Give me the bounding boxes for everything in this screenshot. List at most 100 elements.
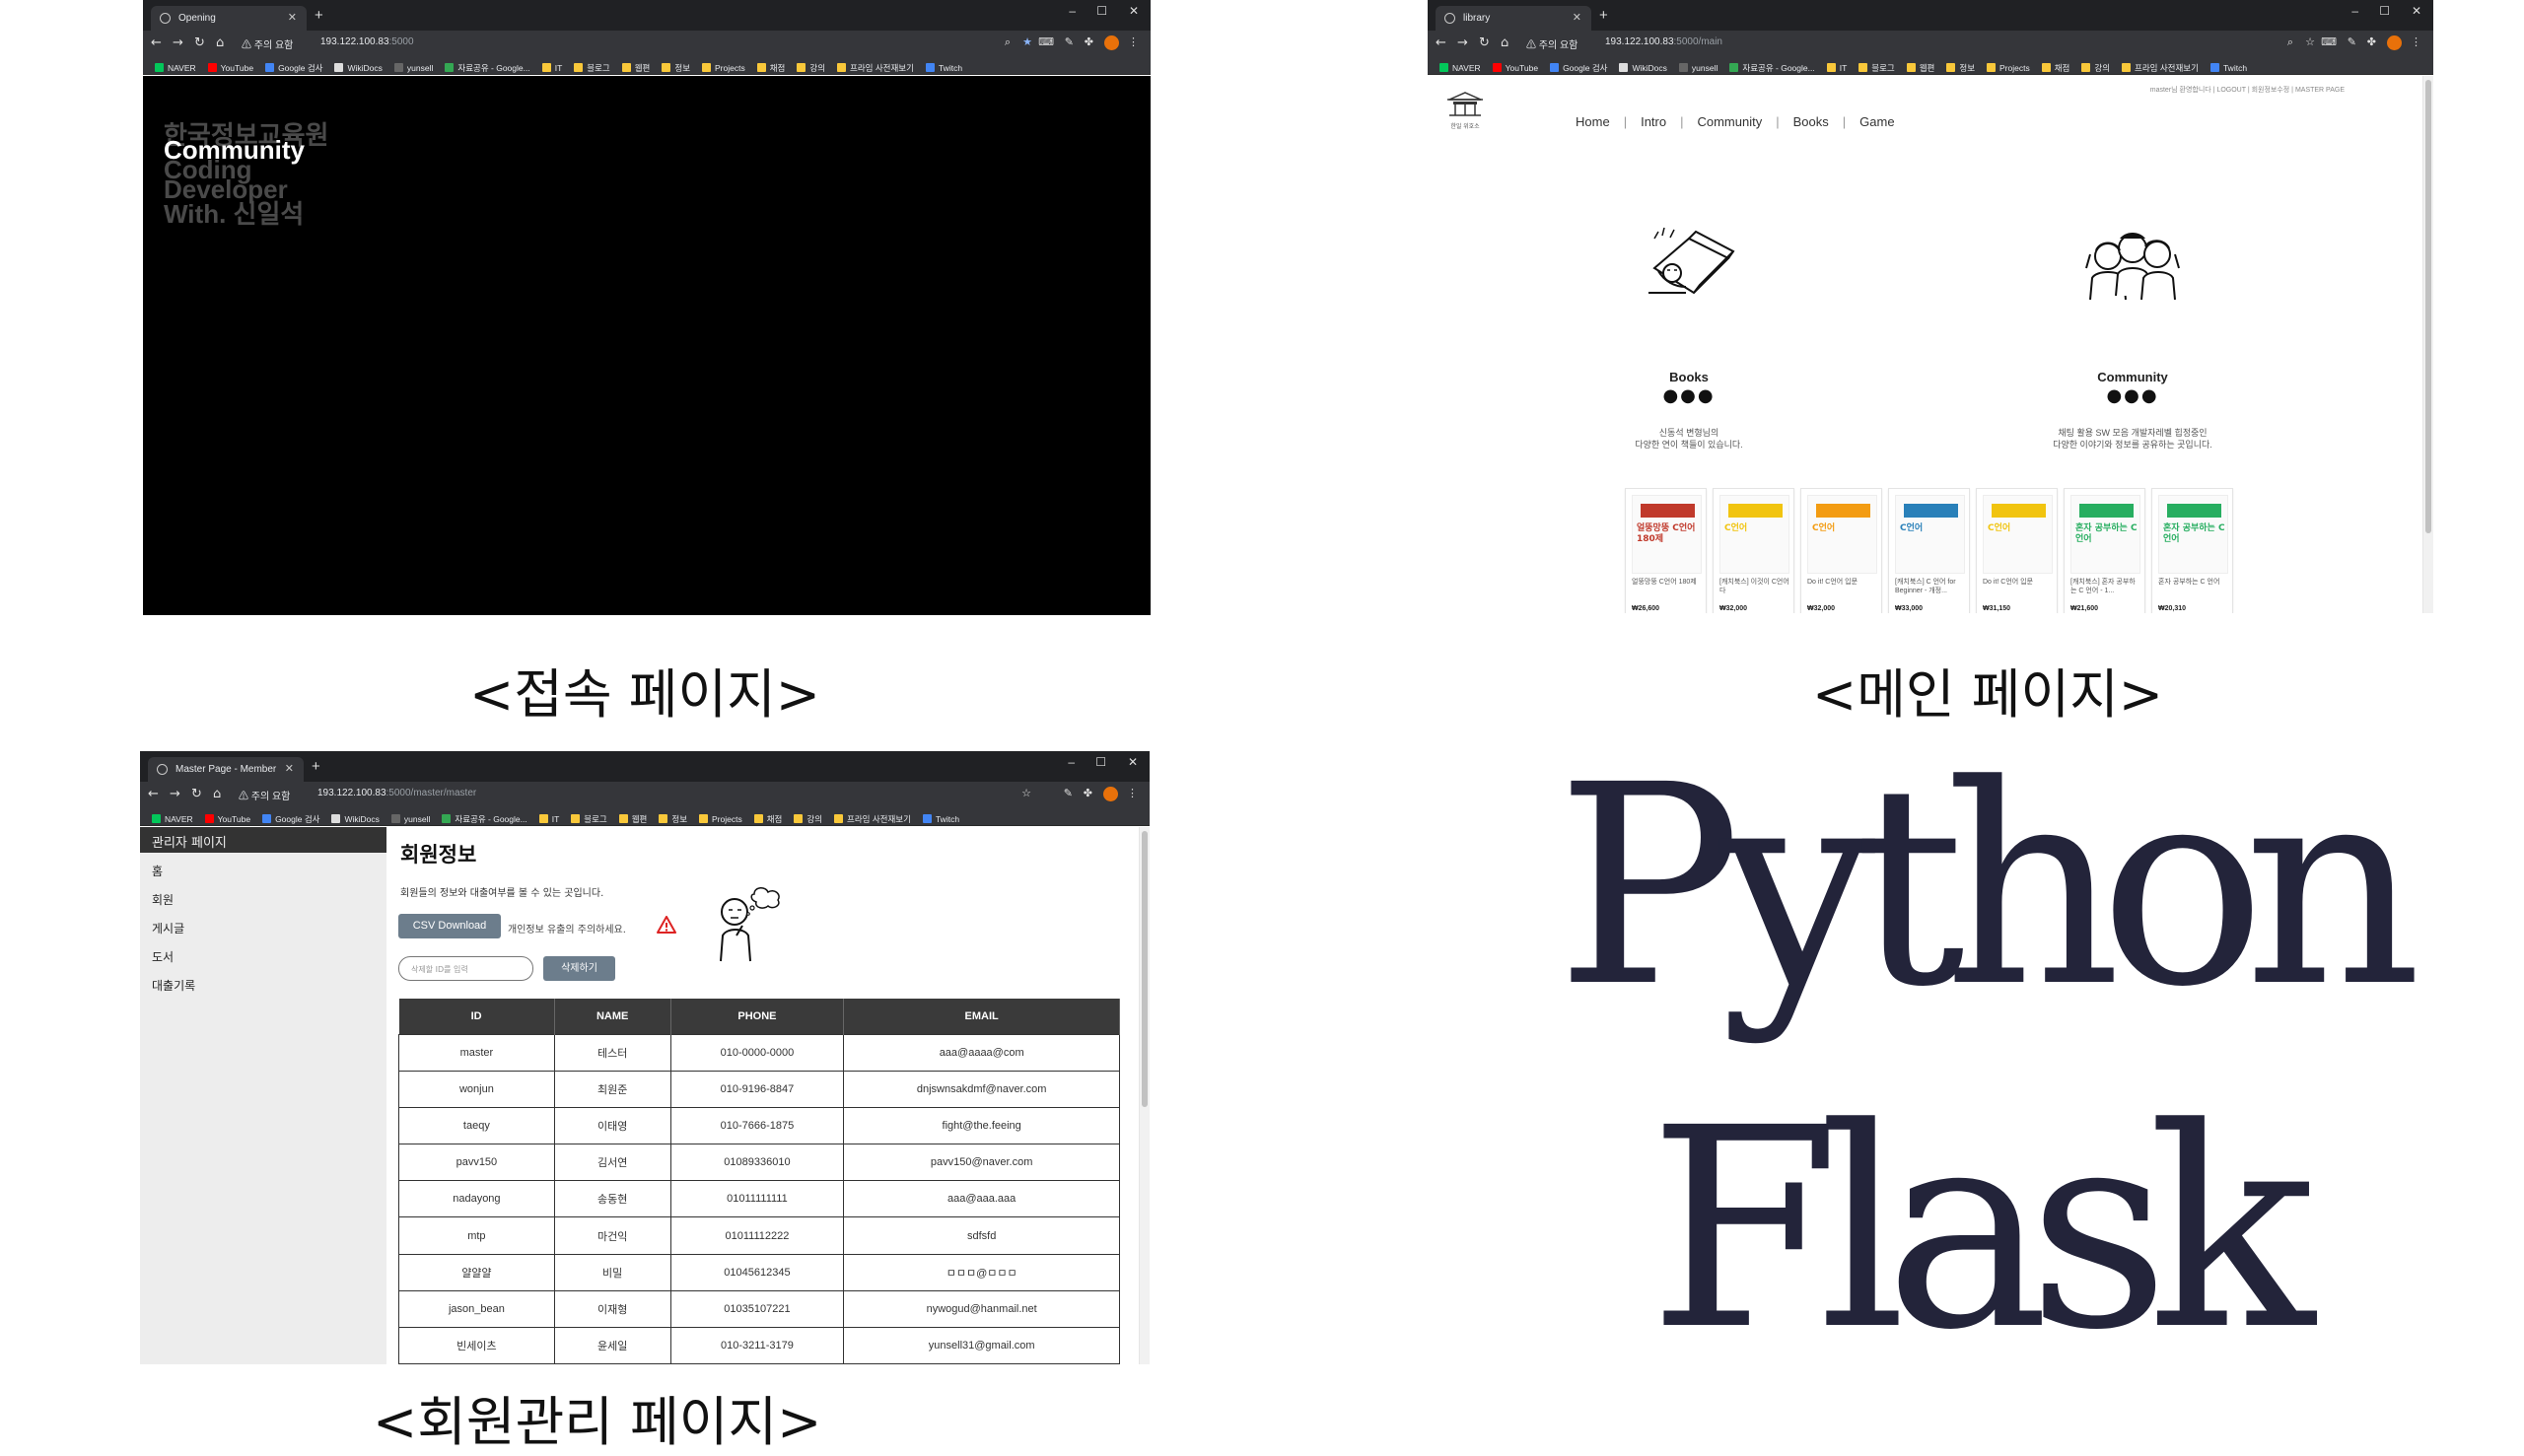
minimize-button[interactable]: – (1069, 4, 1076, 18)
pen-icon[interactable]: ✎ (1064, 787, 1073, 799)
book-title[interactable]: [캐치북스] 혼자 공부하는 C 언어 - 1... (2070, 578, 2141, 595)
reload-icon[interactable]: ↻ (1479, 35, 1490, 50)
column-header[interactable]: ID (398, 999, 555, 1034)
sidebar-item[interactable]: 회원 (152, 891, 174, 908)
bookmark-item[interactable]: 블로그 (1858, 62, 1895, 74)
nav-item-intro[interactable]: Intro (1641, 114, 1666, 129)
security-warning[interactable]: ⚠ 주의 요함 (242, 36, 293, 51)
bookmark-item[interactable]: 블로그 (571, 813, 607, 825)
vertical-scrollbar[interactable] (1139, 827, 1150, 1364)
table-row[interactable]: taeqy 이태영 010-7666-1875 fight@the.feeing (398, 1106, 1120, 1145)
bookmark-item[interactable]: IT (538, 814, 559, 824)
table-row[interactable]: 빈세이츠 윤세일 010-3211-3179 yunsell31@gmail.com (398, 1326, 1120, 1364)
nav-item-books[interactable]: Books (1793, 114, 1829, 129)
bookmark-item[interactable]: 정보 (662, 62, 690, 74)
reload-icon[interactable]: ↻ (191, 787, 202, 801)
table-row[interactable]: mtp 마건익 01011112222 sdfsfd (398, 1216, 1120, 1255)
bookmark-item[interactable]: 정보 (659, 813, 687, 825)
bookmark-item[interactable]: 자료공유 - Google... (445, 62, 530, 74)
book-title[interactable]: [캐치북스] C 언어 for Beginner - 개정... (1895, 578, 1966, 595)
browser-tab-opening[interactable]: Opening ✕ (151, 6, 307, 31)
book-card[interactable]: 혼자 공부하는 C언어 혼자 공부하는 C 언어 ₩20,310 (2151, 488, 2233, 613)
reload-icon[interactable]: ↻ (194, 35, 205, 50)
table-row[interactable]: pavv150 김서연 01089336010 pavv150@naver.com (398, 1144, 1120, 1182)
book-card[interactable]: C언어 [캐치북스] 이것이 C언어 다 ₩32,000 (1713, 488, 1794, 613)
puzzle-icon[interactable]: ✤ (1085, 35, 1093, 48)
bookmark-item[interactable]: 강의 (2081, 62, 2110, 74)
csv-download-button[interactable]: CSV Download (398, 914, 501, 938)
book-cover[interactable]: 혼자 공부하는 C언어 (2158, 495, 2228, 574)
bookmark-item[interactable]: Projects (699, 814, 742, 824)
home-icon[interactable]: ⌂ (213, 787, 221, 801)
feature-title[interactable]: Community (2034, 370, 2231, 384)
close-window-button[interactable]: ✕ (2412, 4, 2421, 18)
book-title[interactable]: 혼자 공부하는 C 언어 (2158, 578, 2229, 587)
bookmark-item[interactable]: WikiDocs (331, 814, 380, 824)
delete-id-input[interactable]: 삭제할 ID를 입력 (398, 956, 533, 981)
security-warning[interactable]: ⚠ 주의 요함 (1526, 36, 1578, 51)
scrollbar-thumb[interactable] (1142, 831, 1148, 1107)
star-icon[interactable]: ☆ (2305, 35, 2315, 48)
bookmark-item[interactable]: 채점 (2041, 62, 2069, 74)
book-title[interactable]: Do it! C언어 입문 (1983, 578, 2054, 587)
bookmark-item[interactable]: NAVER (155, 63, 196, 73)
vertical-scrollbar[interactable] (2422, 76, 2433, 613)
book-cover[interactable]: C언어 (1895, 495, 1965, 574)
bookmark-item[interactable]: YouTube (204, 814, 250, 824)
home-icon[interactable]: ⌂ (216, 35, 224, 50)
bookmark-item[interactable]: NAVER (152, 814, 193, 824)
bookmark-item[interactable]: yunsell (393, 63, 433, 73)
puzzle-icon[interactable]: ✤ (2367, 35, 2376, 48)
back-arrow-icon[interactable]: ← (1436, 35, 1446, 50)
close-tab-icon[interactable]: ✕ (288, 11, 297, 24)
back-arrow-icon[interactable]: ← (148, 787, 159, 801)
book-cover[interactable]: 혼자 공부하는 C언어 (2070, 495, 2140, 574)
new-tab-button[interactable]: + (315, 7, 323, 24)
forward-arrow-icon[interactable]: → (173, 35, 183, 50)
url-field[interactable]: 193.122.100.83:5000/master/master (317, 788, 476, 798)
close-tab-icon[interactable]: ✕ (1573, 11, 1581, 24)
table-row[interactable]: wonjun 최원준 010-9196-8847 dnjswnsakdmf@naver… (398, 1070, 1120, 1108)
home-icon[interactable]: ⌂ (1501, 35, 1508, 50)
bookmark-item[interactable]: 프라임 사전재보기 (837, 62, 914, 74)
book-cover[interactable]: C언어 (1719, 495, 1789, 574)
sidebar-item[interactable]: 홈 (152, 863, 163, 879)
sidebar-item[interactable]: 도서 (152, 948, 174, 965)
minimize-button[interactable]: – (1068, 755, 1075, 769)
book-cover[interactable]: C언어 (1807, 495, 1877, 574)
close-window-button[interactable]: ✕ (1129, 4, 1139, 18)
new-tab-button[interactable]: + (312, 758, 320, 775)
minimize-button[interactable]: – (2351, 4, 2358, 18)
nav-item-home[interactable]: Home (1576, 114, 1610, 129)
bookmark-item[interactable]: Twitch (925, 63, 962, 73)
url-field[interactable]: 193.122.100.83:5000 (320, 36, 414, 47)
bookmark-item[interactable]: 웹편 (1906, 62, 1934, 74)
back-arrow-icon[interactable]: ← (151, 35, 162, 50)
bookmark-item[interactable]: 자료공유 - Google... (1729, 62, 1815, 74)
bookmark-item[interactable]: Google 검사 (265, 62, 322, 74)
zoom-icon[interactable]: ⌕ (2287, 35, 2293, 49)
nav-item-community[interactable]: Community (1697, 114, 1762, 129)
pen-icon[interactable]: ✎ (2348, 35, 2356, 48)
table-row[interactable]: 얄얄얄 비밀 01045612345 ㅁㅁㅁ@ㅁㅁㅁ (398, 1253, 1120, 1291)
security-warning[interactable]: ⚠ 주의 요함 (239, 788, 290, 802)
bookmark-item[interactable]: 웹편 (621, 62, 650, 74)
bookmark-item[interactable]: 프라임 사전재보기 (834, 813, 911, 825)
zoom-icon[interactable]: ⌕ (1005, 35, 1011, 49)
site-logo[interactable]: 한일 위호소 (1445, 90, 1485, 130)
bookmark-item[interactable]: 블로그 (574, 62, 610, 74)
book-card[interactable]: 혼자 공부하는 C언어 [캐치북스] 혼자 공부하는 C 언어 - 1... ₩21… (2064, 488, 2145, 613)
nav-item-game[interactable]: Game (1859, 114, 1894, 129)
bookmark-item[interactable]: 정보 (1946, 62, 1975, 74)
bookmark-item[interactable]: 채점 (753, 813, 782, 825)
close-window-button[interactable]: ✕ (1128, 755, 1138, 769)
bookmark-item[interactable]: YouTube (207, 63, 253, 73)
column-header[interactable]: EMAIL (843, 999, 1120, 1034)
menu-dots-icon[interactable]: ⋮ (1127, 787, 1138, 799)
bookmark-item[interactable]: WikiDocs (1619, 63, 1667, 73)
sidebar-item[interactable]: 게시글 (152, 920, 184, 936)
bookmark-item[interactable]: 웹편 (618, 813, 647, 825)
close-tab-icon[interactable]: ✕ (285, 762, 294, 775)
book-cover[interactable]: 얼뚱망뚱 C언어 180제 (1632, 495, 1702, 574)
browser-tab-master[interactable]: Master Page - Member ✕ (148, 757, 304, 782)
